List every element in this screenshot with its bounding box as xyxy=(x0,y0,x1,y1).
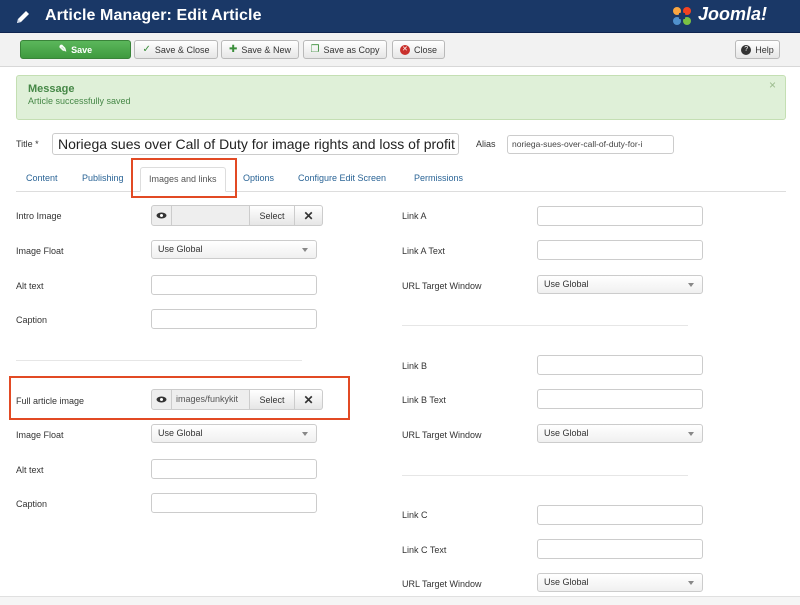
success-message: Message Article successfully saved × xyxy=(16,75,786,120)
title-label: Title * xyxy=(16,139,39,149)
save-new-label: Save & New xyxy=(241,44,291,55)
link-b-text-label: Link B Text xyxy=(402,395,446,405)
link-c-text-label: Link C Text xyxy=(402,545,447,555)
toolbar: ✎ Save ✓ Save & Close ✚ Save & New ❐ Sav… xyxy=(0,33,800,67)
save-label: Save xyxy=(71,44,93,55)
save-button[interactable]: ✎ Save xyxy=(20,40,131,59)
divider xyxy=(402,325,688,326)
link-b-input[interactable] xyxy=(537,355,703,375)
link-c-input[interactable] xyxy=(537,505,703,525)
link-a-target-value: Use Global xyxy=(544,279,589,289)
eye-icon[interactable] xyxy=(151,205,172,226)
tab-content[interactable]: Content xyxy=(26,173,58,183)
bottom-bar xyxy=(0,596,800,605)
full-float-value: Use Global xyxy=(158,428,203,438)
link-b-label: Link B xyxy=(402,361,428,371)
close-icon: ✕ xyxy=(399,44,410,55)
link-a-target-select[interactable]: Use Global xyxy=(537,275,703,294)
alias-label: Alias xyxy=(476,139,496,149)
check-icon: ✓ xyxy=(142,43,151,55)
tab-configure-edit-screen[interactable]: Configure Edit Screen xyxy=(298,173,386,183)
divider xyxy=(16,360,302,361)
full-alt-label: Alt text xyxy=(16,465,44,475)
link-a-target-label: URL Target Window xyxy=(402,281,482,291)
intro-caption-label: Caption xyxy=(16,315,48,325)
full-float-label: Image Float xyxy=(16,430,64,440)
intro-image-path[interactable] xyxy=(172,205,249,226)
help-label: Help xyxy=(755,44,774,55)
link-a-text-input[interactable] xyxy=(537,240,703,260)
close-button[interactable]: ✕ Close xyxy=(392,40,445,59)
link-c-target-label: URL Target Window xyxy=(402,579,482,589)
plus-icon: ✚ xyxy=(229,43,238,55)
intro-caption-input[interactable] xyxy=(151,309,317,329)
clear-icon[interactable]: ✕ xyxy=(295,389,323,410)
intro-float-label: Image Float xyxy=(16,246,64,256)
link-a-label: Link A xyxy=(402,211,427,221)
full-image-path[interactable]: images/funkykit xyxy=(172,389,249,410)
save-copy-label: Save as Copy xyxy=(323,44,380,55)
link-c-target-select[interactable]: Use Global xyxy=(537,573,703,592)
full-image-select-button[interactable]: Select xyxy=(249,389,295,410)
link-a-text-label: Link A Text xyxy=(402,246,445,256)
tab-publishing[interactable]: Publishing xyxy=(82,173,124,183)
help-button[interactable]: ? Help xyxy=(735,40,780,59)
full-caption-label: Caption xyxy=(16,499,48,509)
intro-float-select[interactable]: Use Global xyxy=(151,240,317,259)
alias-input[interactable]: noriega-sues-over-call-of-duty-for-i xyxy=(507,135,674,154)
link-b-text-input[interactable] xyxy=(537,389,703,409)
chevron-down-icon xyxy=(688,581,694,585)
link-b-target-select[interactable]: Use Global xyxy=(537,424,703,443)
full-image-label: Full article image xyxy=(16,396,85,406)
intro-float-value: Use Global xyxy=(158,244,203,254)
divider xyxy=(402,475,688,476)
chevron-down-icon xyxy=(302,432,308,436)
full-alt-input[interactable] xyxy=(151,459,317,479)
link-a-input[interactable] xyxy=(537,206,703,226)
copy-icon: ❐ xyxy=(310,43,320,55)
save-close-button[interactable]: ✓ Save & Close xyxy=(134,40,218,59)
full-image-field: images/funkykit Select ✕ xyxy=(151,389,323,410)
message-heading: Message xyxy=(28,83,75,95)
link-b-target-value: Use Global xyxy=(544,428,589,438)
tab-permissions[interactable]: Permissions xyxy=(414,173,463,183)
joomla-logo-icon xyxy=(673,7,691,25)
chevron-down-icon xyxy=(688,432,694,436)
save-close-label: Save & Close xyxy=(154,44,210,55)
intro-image-select-button[interactable]: Select xyxy=(249,205,295,226)
intro-image-label: Intro Image xyxy=(16,211,62,221)
close-label: Close xyxy=(413,44,437,55)
help-icon: ? xyxy=(741,44,752,55)
full-caption-input[interactable] xyxy=(151,493,317,513)
full-float-select[interactable]: Use Global xyxy=(151,424,317,443)
message-text: Article successfully saved xyxy=(28,96,131,106)
intro-alt-input[interactable] xyxy=(151,275,317,295)
link-c-label: Link C xyxy=(402,510,428,520)
page-title: Article Manager: Edit Article xyxy=(45,7,262,24)
message-close-icon[interactable]: × xyxy=(769,78,776,92)
link-b-target-label: URL Target Window xyxy=(402,430,482,440)
save-icon: ✎ xyxy=(58,43,68,55)
intro-alt-label: Alt text xyxy=(16,281,44,291)
save-new-button[interactable]: ✚ Save & New xyxy=(221,40,299,59)
tab-highlight-box xyxy=(131,158,237,198)
app-header: Article Manager: Edit Article Joomla! xyxy=(0,0,800,33)
link-c-text-input[interactable] xyxy=(537,539,703,559)
chevron-down-icon xyxy=(688,283,694,287)
chevron-down-icon xyxy=(302,248,308,252)
link-c-target-value: Use Global xyxy=(544,577,589,587)
pencil-icon xyxy=(17,11,29,23)
save-copy-button[interactable]: ❐ Save as Copy xyxy=(303,40,387,59)
eye-icon[interactable] xyxy=(151,389,172,410)
title-input[interactable]: Noriega sues over Call of Duty for image… xyxy=(52,133,459,155)
clear-icon[interactable]: ✕ xyxy=(295,205,323,226)
intro-image-field: Select ✕ xyxy=(151,205,323,226)
joomla-logo: Joomla! xyxy=(698,4,768,24)
tab-options[interactable]: Options xyxy=(243,173,274,183)
